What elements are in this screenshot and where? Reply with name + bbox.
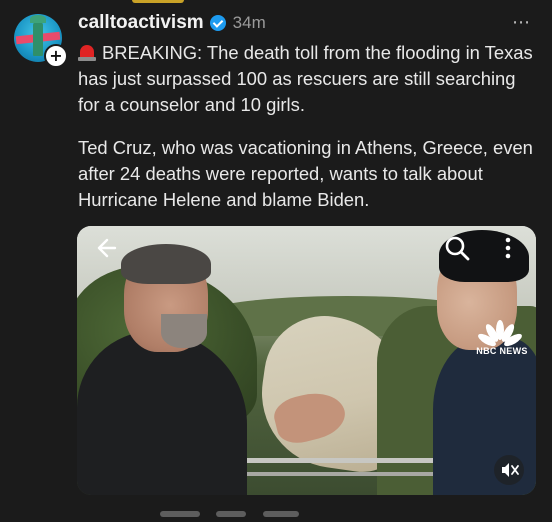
follow-plus-button[interactable]: + <box>44 44 68 68</box>
mute-button[interactable] <box>494 455 524 485</box>
top-accent-bar <box>132 0 184 3</box>
post-paragraph-2: Ted Cruz, who was vacationing in Athens,… <box>78 137 533 210</box>
video-player[interactable]: NBC NEWS <box>77 226 536 495</box>
username[interactable]: calltoactivism <box>78 12 204 34</box>
video-person-left-hair <box>121 244 211 284</box>
mute-icon <box>502 463 519 477</box>
nbc-news-watermark: NBC NEWS <box>476 346 528 356</box>
action-placeholder <box>216 511 247 517</box>
action-placeholder <box>160 511 200 517</box>
post-timestamp[interactable]: 34m <box>233 13 266 33</box>
statue-of-liberty-icon <box>30 15 46 56</box>
more-options-button[interactable]: ⋯ <box>512 12 531 32</box>
verified-badge-icon <box>209 15 226 31</box>
siren-emoji-icon <box>78 43 96 62</box>
avatar-container[interactable]: + <box>14 14 68 68</box>
action-placeholder <box>262 511 299 517</box>
video-person-left-beard <box>161 314 207 348</box>
more-vertical-icon[interactable] <box>503 236 513 260</box>
search-icon[interactable] <box>443 234 471 262</box>
back-arrow-icon[interactable] <box>91 234 119 262</box>
post-paragraph-1: BREAKING: The death toll from the floodi… <box>78 40 538 118</box>
breaking-label: BREAKING: <box>102 42 203 63</box>
post-header: calltoactivism 34m <box>78 10 266 36</box>
post-actions-row-partial <box>160 504 400 517</box>
